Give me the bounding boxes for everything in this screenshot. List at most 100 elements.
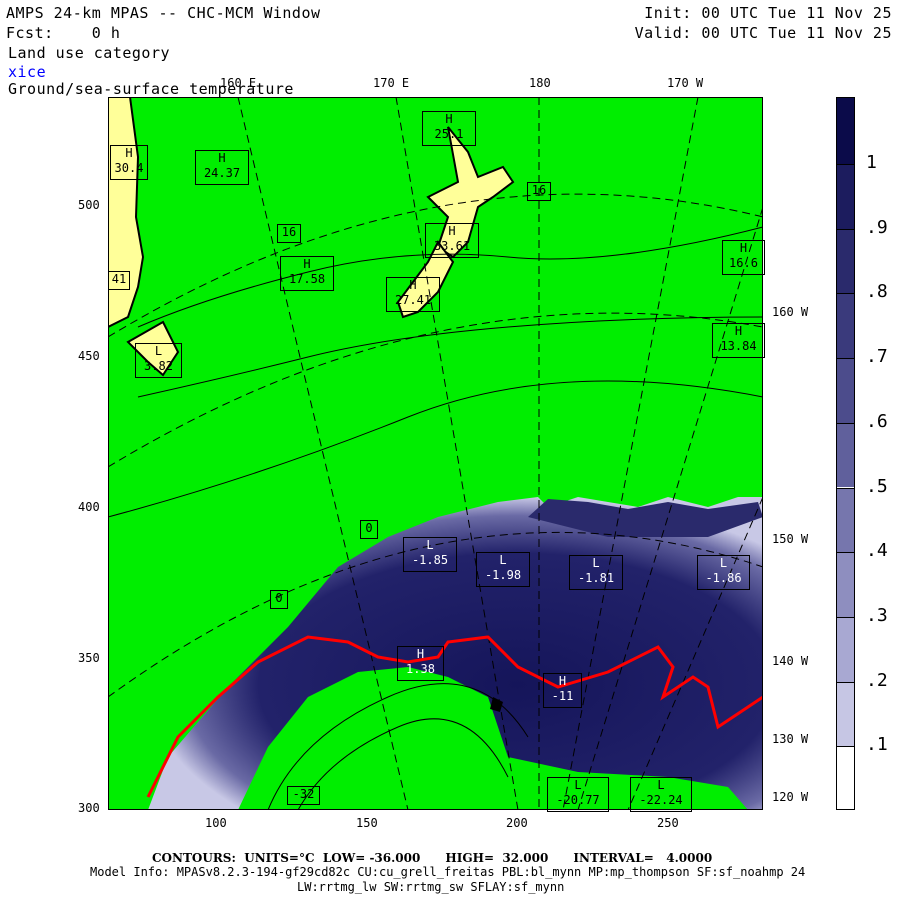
- extremum-label: L 3.82: [135, 343, 182, 378]
- colorbar-swatch: [837, 98, 854, 164]
- colorbar-swatch: [837, 358, 854, 423]
- colorbar-swatch: [837, 681, 854, 747]
- extremum-label: L -1.98: [476, 552, 530, 587]
- extremum-type: L: [719, 556, 728, 570]
- right-axis-label: 120 W: [772, 790, 809, 804]
- colorbar-swatch: [837, 422, 854, 488]
- extremum-label: H 24.37: [195, 150, 249, 185]
- extremum-type: H: [734, 324, 743, 338]
- forecast-hour: Fcst: 0 h: [6, 24, 121, 42]
- y-tick-label: 300: [78, 801, 100, 815]
- extremum-value: -22.24: [639, 793, 683, 807]
- extremum-value: 17.58: [288, 272, 326, 286]
- extremum-label: H 13.84: [712, 323, 765, 358]
- colorbar-swatch: [837, 616, 854, 682]
- extremum-type: H: [416, 647, 425, 661]
- y-tick-label: 500: [78, 198, 100, 212]
- extremum-label: L -22.24: [630, 777, 692, 812]
- colorbar-swatch: [837, 552, 854, 617]
- chart-title: AMPS 24-km MPAS -- CHC-MCM Window: [6, 4, 321, 22]
- y-tick-label: 450: [78, 349, 100, 363]
- extremum-label: -32: [287, 786, 320, 805]
- colorbar: [836, 97, 855, 810]
- extremum-label: H 33.61: [425, 223, 479, 258]
- extremum-type: H: [303, 257, 311, 271]
- extremum-label: 16: [527, 182, 551, 201]
- extremum-value: 1.38: [406, 662, 435, 676]
- colorbar-label: .5: [866, 475, 888, 497]
- x-tick-label: 200: [506, 816, 528, 830]
- extremum-type: L: [426, 538, 434, 552]
- model-info-line2: LW:rrtmg_lw SW:rrtmg_sw SFLAY:sf_mynn: [297, 880, 565, 894]
- x-tick-label: 250: [657, 816, 679, 830]
- top-axis-label: 160 E: [220, 76, 257, 90]
- valid-time: Valid: 00 UTC Tue 11 Nov 25: [634, 24, 892, 42]
- extremum-label: L -20.77: [547, 777, 609, 812]
- extremum-value: -32: [292, 787, 315, 801]
- extremum-value: -11: [551, 689, 574, 703]
- extremum-value: 16: [281, 225, 297, 239]
- colorbar-label: .8: [866, 281, 888, 303]
- extremum-type: L: [574, 778, 582, 792]
- top-axis-label: 170 E: [373, 76, 410, 90]
- extremum-type: H: [448, 224, 456, 238]
- extremum-label: H 1.38: [397, 646, 444, 681]
- colorbar-label: .3: [866, 604, 888, 626]
- map-plot: [108, 97, 763, 810]
- extremum-label: 41: [108, 271, 130, 290]
- contour-info: CONTOURS: UNITS=°C LOW= -36.000 HIGH= 32…: [152, 851, 713, 865]
- extremum-label: H 16.6: [722, 240, 765, 275]
- colorbar-swatch: [837, 487, 854, 553]
- extremum-label: H -11: [543, 673, 582, 708]
- extremum-value: 16: [531, 183, 547, 197]
- extremum-type: H: [739, 241, 748, 255]
- extremum-type: H: [558, 674, 567, 688]
- extremum-type: H: [218, 151, 226, 165]
- x-tick-label: 150: [356, 816, 378, 830]
- extremum-value: 3.82: [144, 359, 173, 373]
- colorbar-label: .1: [866, 734, 888, 756]
- top-axis-label: 180: [529, 76, 551, 90]
- extremum-value: 41: [111, 272, 127, 286]
- extremum-value: -20.77: [556, 793, 600, 807]
- top-axis-label: 170 W: [667, 76, 704, 90]
- extremum-value: -1.86: [705, 571, 742, 585]
- extremum-type: L: [154, 344, 163, 358]
- extremum-value: 25.1: [434, 127, 464, 141]
- extremum-type: H: [409, 278, 417, 292]
- right-axis-label: 130 W: [772, 732, 809, 746]
- right-axis-label: 140 W: [772, 654, 809, 668]
- extremum-value: 27.41: [394, 293, 432, 307]
- right-axis-label: 150 W: [772, 532, 809, 546]
- extremum-value: -1.98: [484, 568, 522, 582]
- extremum-value: 0: [275, 591, 283, 605]
- extremum-value: -1.81: [577, 571, 615, 585]
- model-info: Model Info: MPASv8.2.3-194-gf29cd82c CU:…: [90, 865, 806, 879]
- colorbar-swatch: [837, 293, 854, 359]
- colorbar-swatch: [837, 164, 854, 229]
- extremum-label: 0: [360, 520, 378, 539]
- extremum-value: 30.4: [114, 161, 144, 175]
- extremum-type: L: [657, 778, 665, 792]
- extremum-label: H 17.58: [280, 256, 334, 291]
- extremum-label: 16: [277, 224, 301, 243]
- extremum-value: 0: [365, 521, 373, 535]
- colorbar-label: 1: [866, 152, 877, 173]
- colorbar-swatch: [837, 746, 854, 809]
- colorbar-label: .6: [866, 410, 888, 432]
- extremum-type: L: [592, 556, 600, 570]
- extremum-label: L -1.81: [569, 555, 623, 590]
- colorbar-label: .7: [866, 346, 888, 368]
- colorbar-label: .2: [866, 669, 888, 691]
- extremum-type: H: [125, 146, 133, 160]
- right-axis-label: 160 W: [772, 305, 809, 319]
- field-label-xice: xice: [8, 63, 47, 81]
- colorbar-swatch: [837, 228, 854, 294]
- extremum-value: 24.37: [203, 166, 241, 180]
- extremum-type: H: [445, 112, 453, 126]
- colorbar-label: .4: [866, 540, 888, 562]
- extremum-label: H 25.1: [422, 111, 476, 146]
- extremum-label: L -1.86: [697, 555, 750, 590]
- extremum-value: -1.85: [411, 553, 449, 567]
- extremum-label: H 27.41: [386, 277, 440, 312]
